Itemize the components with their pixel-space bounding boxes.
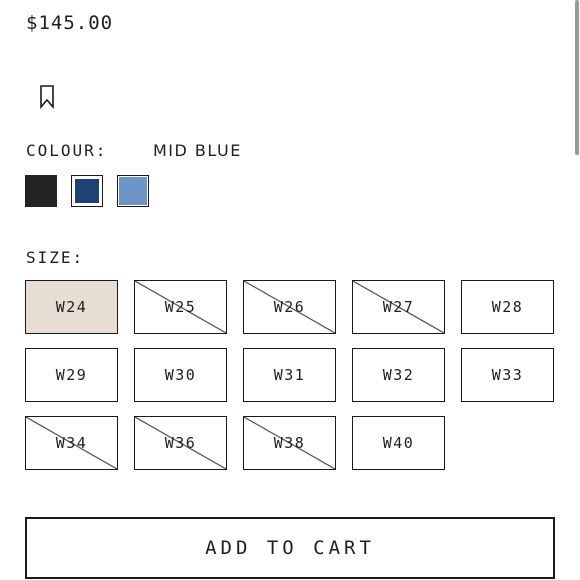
size-option-label: W26 bbox=[273, 298, 306, 316]
size-option-w29[interactable]: W29 bbox=[25, 348, 118, 402]
colour-swatch-black[interactable] bbox=[25, 175, 57, 207]
size-option-label: W34 bbox=[55, 434, 88, 452]
size-option-w26[interactable]: W26 bbox=[243, 280, 336, 334]
bookmark-icon bbox=[40, 85, 54, 110]
size-option-label: W31 bbox=[273, 366, 306, 384]
size-option-label: W33 bbox=[491, 366, 524, 384]
size-option-w27[interactable]: W27 bbox=[352, 280, 445, 334]
wishlist-button[interactable] bbox=[38, 84, 58, 110]
size-option-label: W30 bbox=[164, 366, 197, 384]
size-grid: W24 W25 W26 W27 W28 W29 W30 W31 W32 W33 W34 W36 W38 W… bbox=[25, 280, 554, 470]
size-option-label: W24 bbox=[55, 298, 88, 316]
size-option-label: W32 bbox=[382, 366, 415, 384]
size-option-w28[interactable]: W28 bbox=[461, 280, 554, 334]
scrollbar-thumb[interactable] bbox=[575, 0, 579, 155]
swatch-fill bbox=[25, 175, 57, 207]
size-option-label: W40 bbox=[382, 434, 415, 452]
size-option-label: W25 bbox=[164, 298, 197, 316]
scrollbar[interactable] bbox=[572, 0, 580, 580]
size-option-w31[interactable]: W31 bbox=[243, 348, 336, 402]
size-option-w33[interactable]: W33 bbox=[461, 348, 554, 402]
colour-swatch-mid-blue[interactable] bbox=[71, 175, 103, 207]
size-option-w40[interactable]: W40 bbox=[352, 416, 445, 470]
size-option-label: W28 bbox=[491, 298, 524, 316]
size-option-w24[interactable]: W24 bbox=[25, 280, 118, 334]
add-to-cart-button[interactable]: ADD TO CART bbox=[25, 517, 555, 579]
selected-colour-name: MID BLUE bbox=[153, 141, 242, 160]
size-option-label: W29 bbox=[55, 366, 88, 384]
colour-label: COLOUR: bbox=[26, 141, 108, 160]
size-option-w30[interactable]: W30 bbox=[134, 348, 227, 402]
swatch-fill bbox=[75, 179, 99, 203]
colour-swatch-light-blue[interactable] bbox=[117, 175, 149, 207]
product-price: $145.00 bbox=[26, 12, 114, 34]
size-option-label: W36 bbox=[164, 434, 197, 452]
size-option-w25[interactable]: W25 bbox=[134, 280, 227, 334]
size-option-label: W27 bbox=[382, 298, 415, 316]
size-option-w36[interactable]: W36 bbox=[134, 416, 227, 470]
size-label: SIZE: bbox=[26, 248, 85, 267]
size-option-w34[interactable]: W34 bbox=[25, 416, 118, 470]
swatch-fill bbox=[119, 177, 147, 205]
size-option-w32[interactable]: W32 bbox=[352, 348, 445, 402]
size-option-w38[interactable]: W38 bbox=[243, 416, 336, 470]
size-option-label: W38 bbox=[273, 434, 306, 452]
